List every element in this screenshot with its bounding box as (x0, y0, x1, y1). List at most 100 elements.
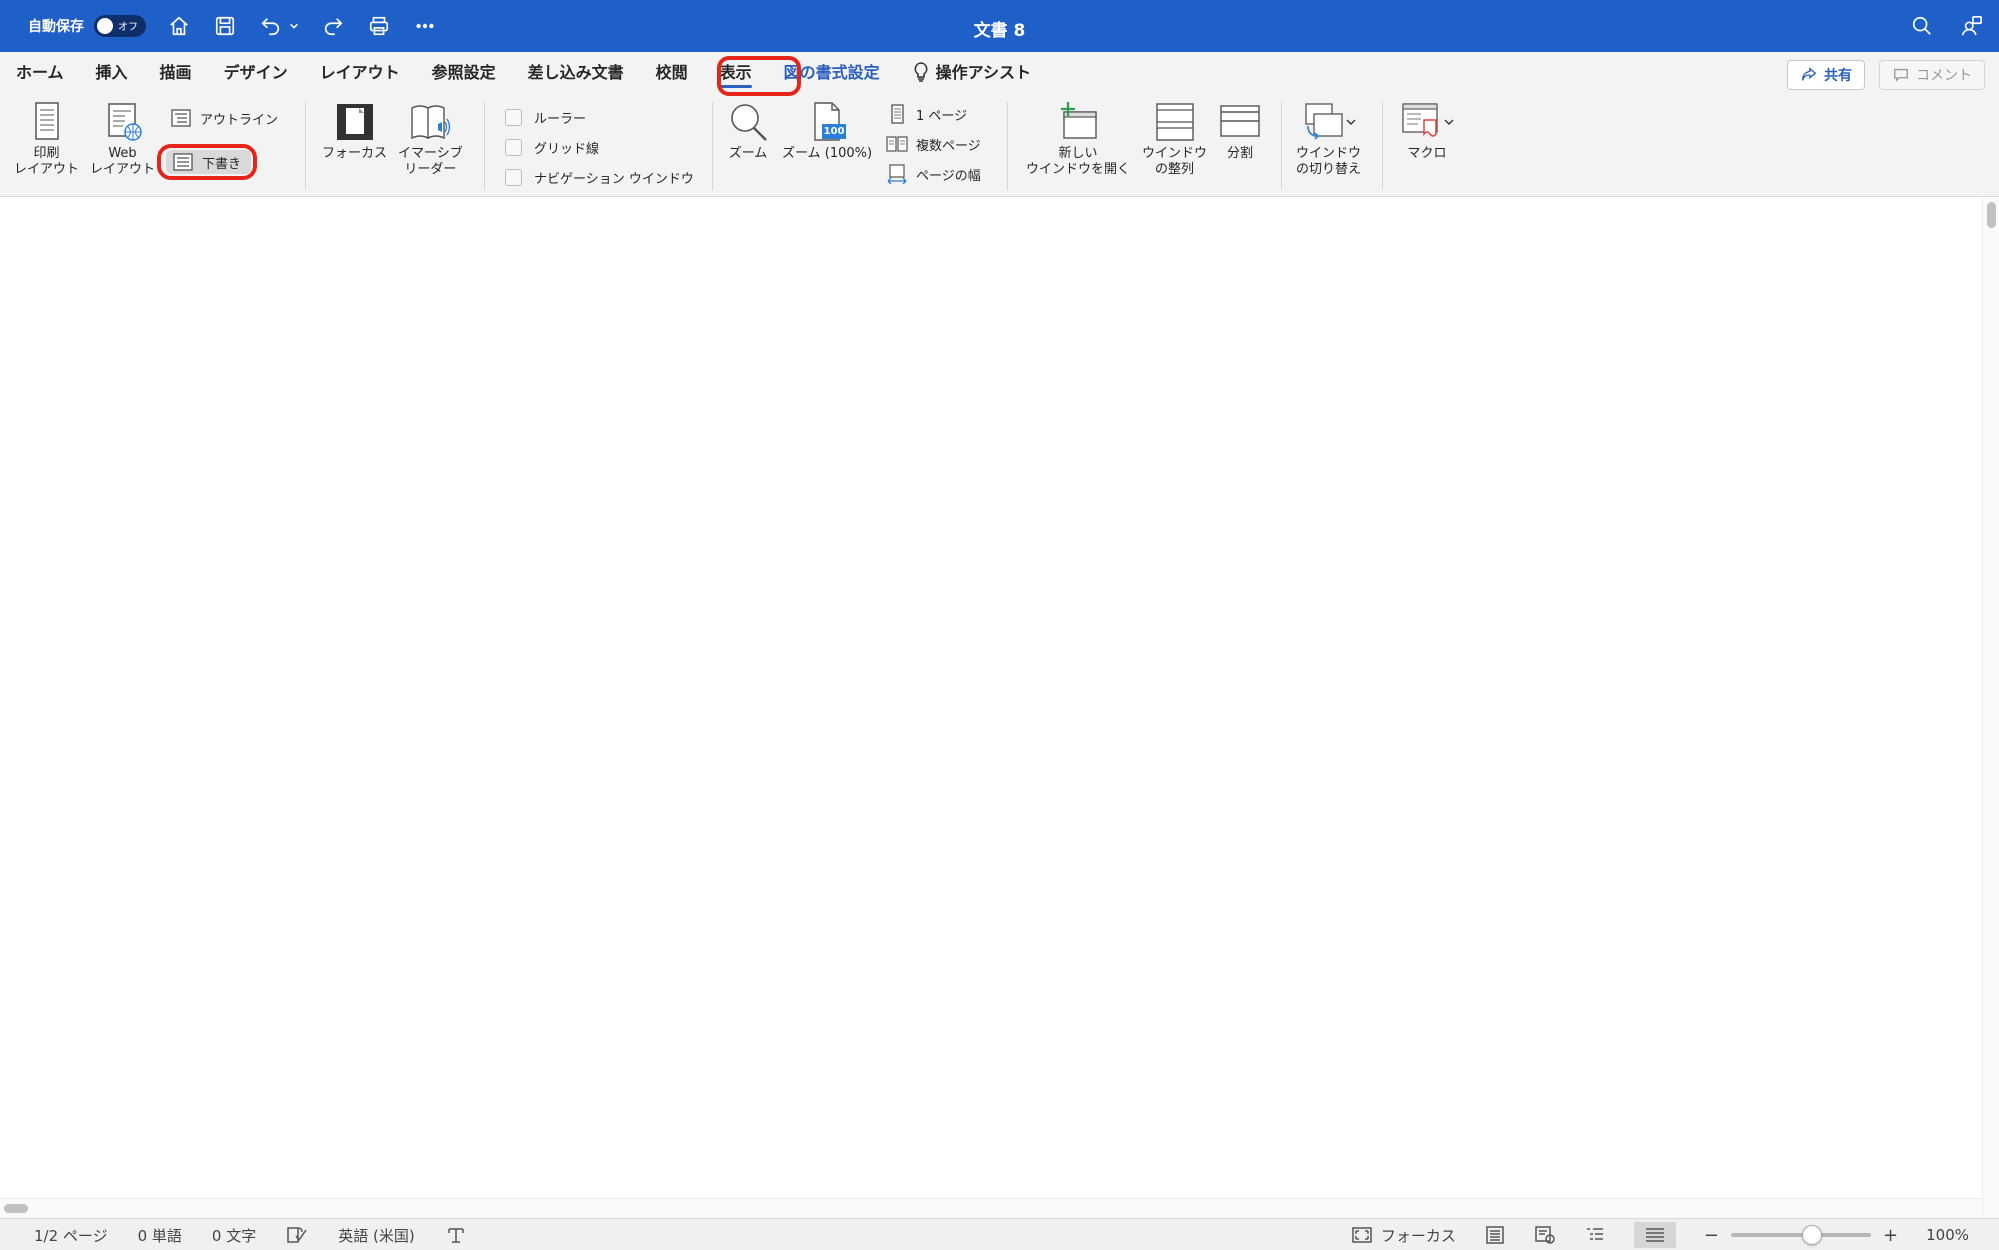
focus-mode-label: フォーカス (1380, 1226, 1456, 1245)
print-layout-view-icon[interactable] (1484, 1226, 1506, 1244)
proofing-icon[interactable] (286, 1226, 308, 1244)
arrange-all-button[interactable]: ウインドウ の整列 (1142, 100, 1207, 178)
focus-mode-button[interactable]: フォーカス (1351, 1225, 1456, 1246)
horizontal-scroll-thumb[interactable] (4, 1204, 28, 1213)
focus-icon (336, 104, 373, 140)
one-page-button[interactable]: 1 ページ (886, 102, 967, 126)
zoom-100-button[interactable]: 100 ズーム (100%) (782, 100, 872, 162)
navigation-pane-label: ナビゲーション ウインドウ (534, 171, 694, 187)
switch-windows-button[interactable]: ウインドウ の切り替え (1296, 100, 1361, 178)
macros-label: マクロ (1407, 146, 1447, 161)
web-layout-button[interactable]: Web レイアウト (90, 100, 155, 178)
outline-label: アウトライン (200, 112, 279, 128)
tab-draw[interactable]: 描画 (144, 52, 208, 94)
autosave-toggle[interactable]: オフ (94, 15, 146, 37)
print-icon[interactable] (366, 13, 392, 39)
horizontal-scrollbar[interactable] (0, 1198, 1982, 1218)
gridlines-checkbox[interactable]: グリッド線 (505, 136, 599, 158)
undo-dropdown-chevron-icon[interactable] (288, 13, 300, 39)
comment-button[interactable]: コメント (1879, 60, 1985, 90)
switch-windows-icon (1304, 103, 1343, 140)
vertical-scrollbar[interactable] (1982, 198, 1999, 1218)
print-layout-button[interactable]: 印刷 レイアウト (14, 100, 79, 178)
autosave-label: 自動保存 (28, 19, 84, 35)
language-indicator[interactable]: 英語 (米国) (338, 1225, 414, 1246)
multiple-pages-button[interactable]: 複数ページ (886, 132, 981, 156)
page-width-button[interactable]: ページの幅 (886, 162, 981, 186)
ruler-checkbox[interactable]: ルーラー (505, 106, 586, 128)
arrange-all-label: ウインドウ の整列 (1142, 146, 1208, 177)
tab-tell-me[interactable]: 操作アシスト (896, 52, 1047, 94)
accessibility-icon[interactable] (445, 1226, 467, 1244)
switch-windows-label: ウインドウ の切り替え (1296, 146, 1362, 177)
zoom-thumb[interactable] (1802, 1225, 1823, 1245)
gridlines-checkbox-box[interactable] (505, 138, 522, 156)
zoom-percent[interactable]: 100% (1926, 1226, 1969, 1244)
outline-view-icon[interactable] (1584, 1226, 1606, 1244)
undo-icon[interactable] (258, 13, 284, 39)
zoom-in-icon[interactable]: + (1883, 1225, 1898, 1246)
navigation-pane-checkbox[interactable]: ナビゲーション ウインドウ (505, 166, 694, 188)
titlebar-right-controls (1909, 13, 1985, 39)
view-tab-highlight (717, 56, 801, 96)
magnifier-icon (731, 104, 767, 141)
home-icon[interactable] (166, 13, 192, 39)
zoom-button[interactable]: ズーム (726, 100, 770, 162)
multiple-pages-label: 複数ページ (916, 138, 981, 154)
group-separator (1281, 102, 1282, 190)
one-page-icon (891, 104, 904, 124)
search-icon[interactable] (1909, 13, 1935, 39)
split-button[interactable]: 分割 (1218, 100, 1262, 162)
tab-review[interactable]: 校閲 (640, 52, 704, 94)
draft-view-icon[interactable] (1633, 1222, 1676, 1248)
group-separator (1007, 102, 1008, 190)
page-count[interactable]: 1/2 ページ (34, 1225, 108, 1246)
vertical-scroll-thumb[interactable] (1987, 202, 1996, 228)
outline-button[interactable]: アウトライン (170, 106, 278, 130)
zoom-out-icon[interactable]: − (1704, 1225, 1719, 1246)
zoom-slider[interactable]: − + (1704, 1225, 1898, 1246)
arrange-all-icon (1155, 103, 1194, 141)
document-canvas[interactable] (0, 198, 1982, 1198)
word-count[interactable]: 0 単語 (138, 1225, 182, 1246)
zoom-track[interactable] (1731, 1225, 1872, 1245)
multiple-pages-icon (886, 136, 908, 152)
redo-icon[interactable] (320, 13, 346, 39)
macros-button[interactable]: マクロ (1400, 100, 1454, 162)
immersive-reader-button[interactable]: イマーシブ リーダー (398, 100, 463, 178)
more-icon[interactable] (412, 13, 438, 39)
navigation-pane-checkbox-box[interactable] (505, 168, 522, 186)
focus-mode-icon (1351, 1226, 1373, 1244)
group-separator (712, 102, 713, 190)
zoom-100-label: ズーム (100%) (782, 146, 873, 161)
tab-mailings[interactable]: 差し込み文書 (512, 52, 640, 94)
print-layout-icon (34, 102, 59, 140)
outline-icon (171, 109, 191, 127)
switch-windows-icon-wrap (1302, 100, 1356, 144)
tab-layout[interactable]: レイアウト (304, 52, 416, 94)
tab-references[interactable]: 参照設定 (416, 52, 512, 94)
share-button[interactable]: 共有 (1787, 60, 1865, 90)
tab-home[interactable]: ホーム (0, 52, 80, 94)
save-icon[interactable] (212, 13, 238, 39)
chevron-down-icon (1346, 119, 1355, 125)
immersive-reader-label: イマーシブ リーダー (398, 146, 463, 177)
comment-icon (1894, 68, 1908, 83)
web-layout-label: Web レイアウト (90, 146, 156, 177)
autosave-toggle-knob (97, 18, 113, 34)
new-window-button[interactable]: 新しい ウインドウを開く (1026, 100, 1130, 178)
char-count[interactable]: 0 文字 (212, 1225, 256, 1246)
autosave-state: オフ (118, 22, 138, 33)
group-separator (1382, 102, 1383, 190)
tab-insert[interactable]: 挿入 (80, 52, 144, 94)
zoom-100-badge: 100 (823, 126, 845, 137)
focus-label: フォーカス (322, 146, 388, 161)
focus-button[interactable]: フォーカス (322, 100, 387, 162)
ruler-checkbox-box[interactable] (505, 108, 522, 126)
draft-button-highlight (157, 144, 257, 180)
web-layout-view-icon[interactable] (1534, 1226, 1556, 1244)
tab-design[interactable]: デザイン (208, 52, 304, 94)
account-icon[interactable] (1959, 13, 1985, 39)
new-window-label: 新しい ウインドウを開く (1026, 146, 1131, 177)
status-bar-left: 1/2 ページ 0 単語 0 文字 英語 (米国) (34, 1219, 467, 1250)
